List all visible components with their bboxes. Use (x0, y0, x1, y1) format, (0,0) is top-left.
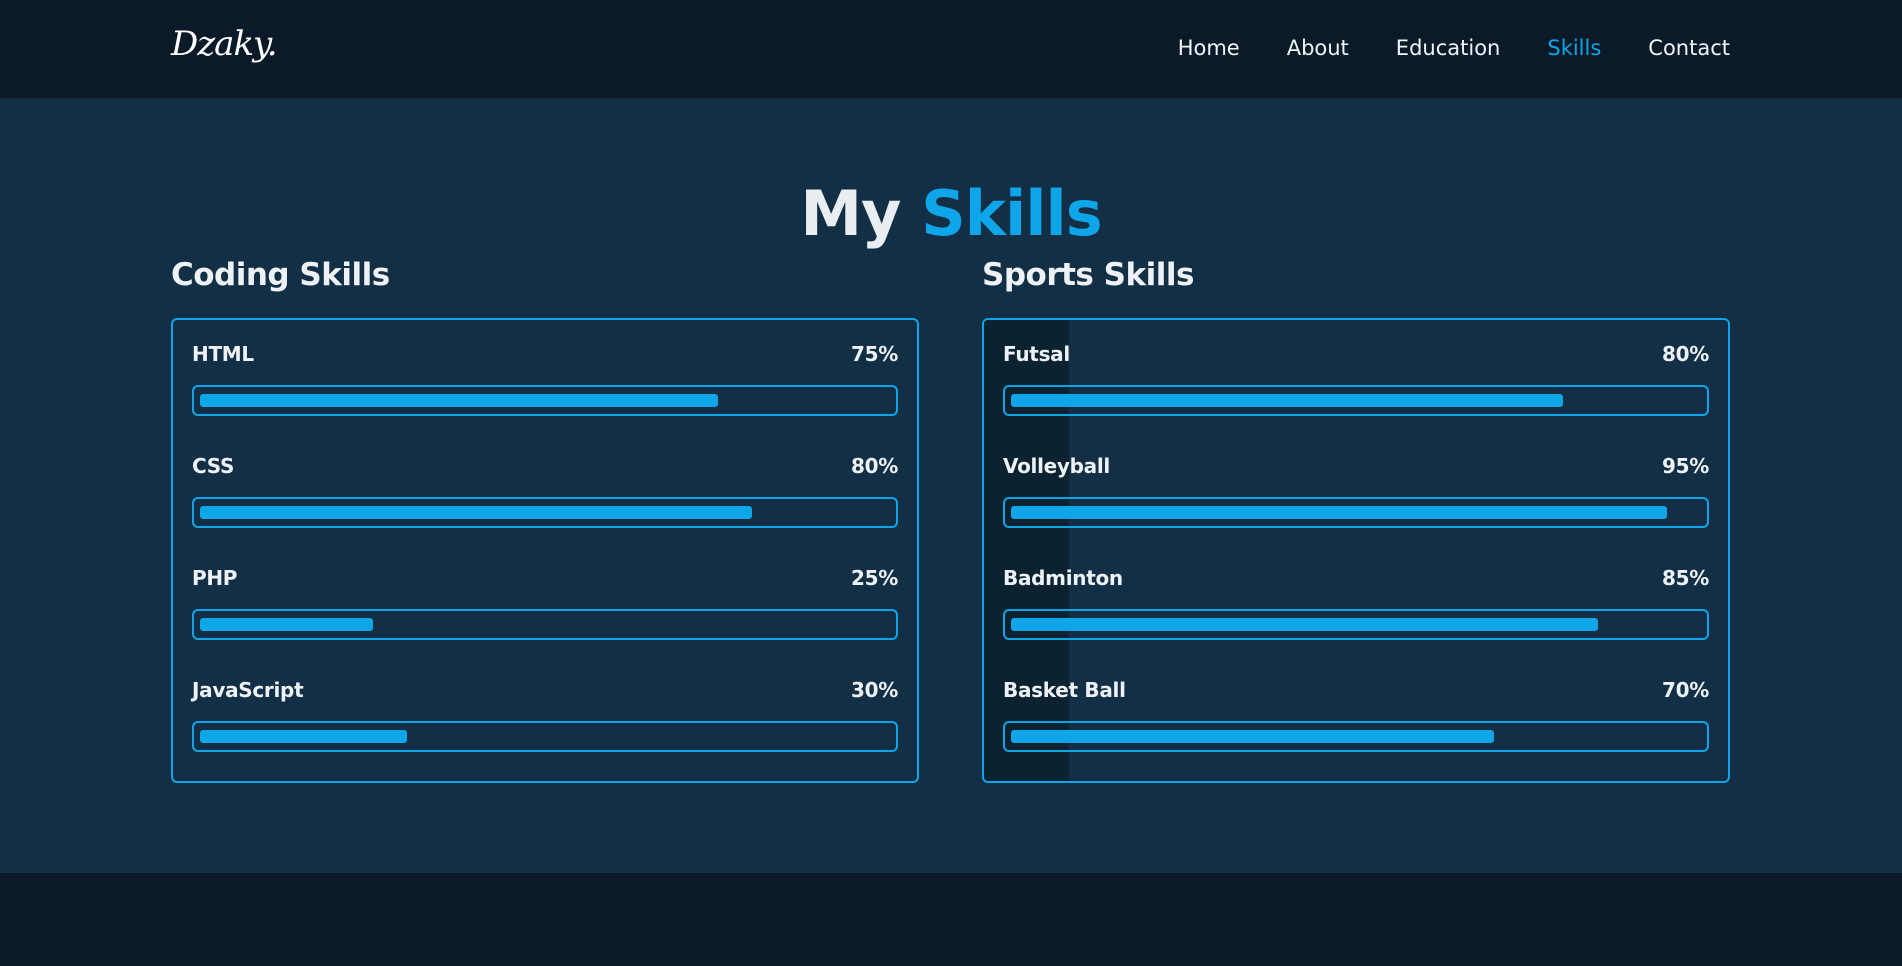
skill-percent: 95% (1662, 454, 1709, 478)
progress-bar (192, 609, 898, 640)
skill-badminton: Badminton 85% (1003, 566, 1709, 640)
skill-futsal: Futsal 80% (1003, 342, 1709, 416)
progress-bar (1003, 609, 1709, 640)
skill-percent: 85% (1662, 566, 1709, 590)
site-footer (0, 873, 1902, 966)
page-title: My Skills (0, 176, 1902, 250)
skills-section: My Skills Coding Skills HTML 75% CSS 80% (0, 98, 1902, 873)
progress-bar (1003, 497, 1709, 528)
nav-contact-link[interactable]: Contact (1648, 36, 1730, 60)
logo[interactable]: Dzaky. (171, 24, 278, 64)
progress-fill (200, 618, 373, 631)
progress-bar (1003, 721, 1709, 752)
progress-fill (200, 394, 718, 407)
title-my: My (800, 176, 901, 250)
progress-fill (1011, 394, 1563, 407)
progress-bar (192, 385, 898, 416)
skill-name: Basket Ball (1003, 678, 1126, 702)
skill-basketball: Basket Ball 70% (1003, 678, 1709, 752)
main-nav: Home About Education Skills Contact (1178, 36, 1730, 60)
skill-javascript: JavaScript 30% (192, 678, 898, 752)
skill-name: Badminton (1003, 566, 1123, 590)
skill-percent: 80% (851, 454, 898, 478)
progress-bar (192, 721, 898, 752)
site-header: Dzaky. Home About Education Skills Conta… (0, 0, 1902, 98)
sports-skills-title: Sports Skills (982, 257, 1194, 293)
skill-name: Futsal (1003, 342, 1070, 366)
coding-skills-title: Coding Skills (171, 257, 390, 293)
nav-home-link[interactable]: Home (1178, 36, 1240, 60)
skill-html: HTML 75% (192, 342, 898, 416)
progress-fill (200, 506, 752, 519)
skill-name: PHP (192, 566, 238, 590)
coding-skills-card: HTML 75% CSS 80% PHP 25% JavaScript 30% (171, 318, 919, 783)
skill-percent: 75% (851, 342, 898, 366)
nav-skills-link[interactable]: Skills (1547, 36, 1601, 60)
skill-name: JavaScript (192, 678, 304, 702)
progress-fill (200, 730, 407, 743)
progress-fill (1011, 730, 1494, 743)
skill-percent: 25% (851, 566, 898, 590)
progress-bar (192, 497, 898, 528)
skill-name: HTML (192, 342, 254, 366)
skill-php: PHP 25% (192, 566, 898, 640)
nav-about-link[interactable]: About (1287, 36, 1349, 60)
sports-skills-column: Sports Skills Futsal 80% Volleyball 95% (982, 257, 1730, 783)
title-skills: Skills (921, 176, 1103, 250)
skill-percent: 30% (851, 678, 898, 702)
progress-bar (1003, 385, 1709, 416)
progress-fill (1011, 506, 1667, 519)
skill-volleyball: Volleyball 95% (1003, 454, 1709, 528)
nav-education-link[interactable]: Education (1396, 36, 1501, 60)
coding-skills-column: Coding Skills HTML 75% CSS 80% PHP 25% J… (171, 257, 919, 783)
skill-percent: 80% (1662, 342, 1709, 366)
progress-fill (1011, 618, 1598, 631)
sports-skills-card: Futsal 80% Volleyball 95% Badminton 85% … (982, 318, 1730, 783)
skill-css: CSS 80% (192, 454, 898, 528)
skill-name: CSS (192, 454, 235, 478)
skill-name: Volleyball (1003, 454, 1110, 478)
skill-percent: 70% (1662, 678, 1709, 702)
